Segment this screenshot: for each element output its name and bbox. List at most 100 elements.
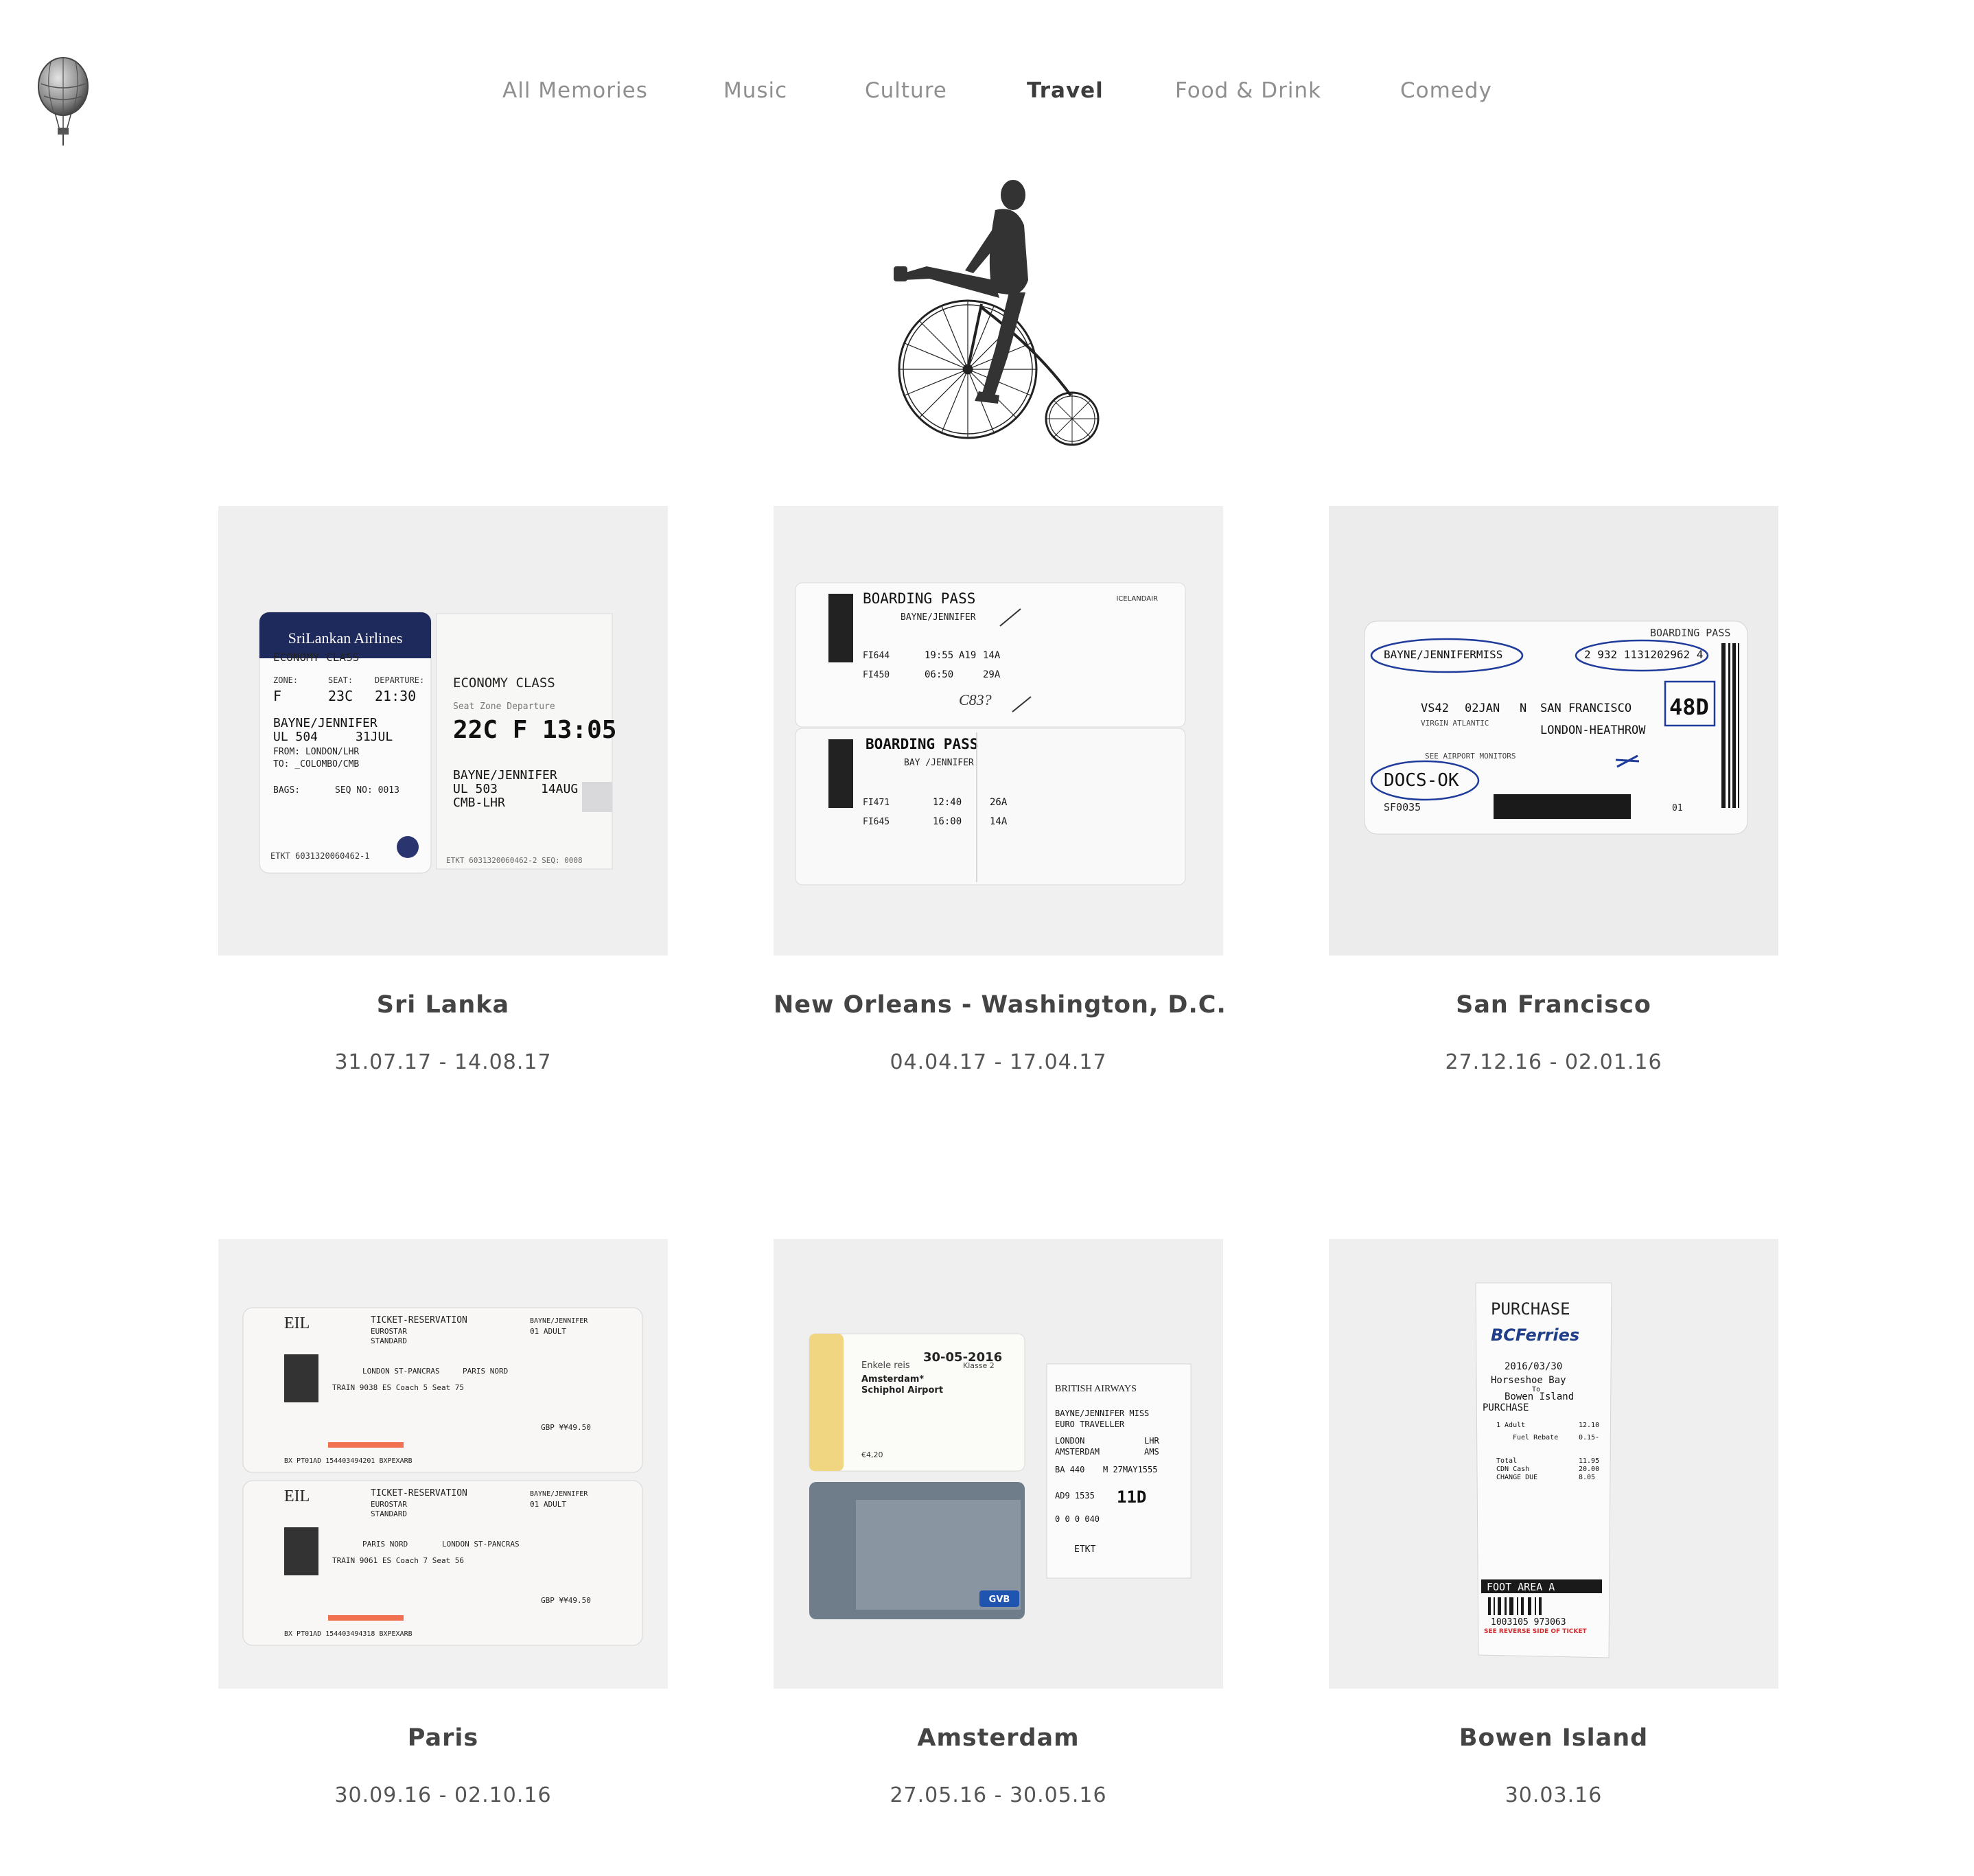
train-details: TRAIN 9038 ES Coach 5 Seat 75: [332, 1383, 464, 1392]
memory-card-sri-lanka[interactable]: SriLankan Airlines ECONOMY CLASS ZONE: S…: [218, 506, 668, 1074]
ticket-price: GBP ¥¥49.50: [541, 1423, 591, 1432]
train-class: Klasse 2: [963, 1361, 995, 1370]
etkt-number: ETKT 6031320060462-1: [270, 851, 370, 861]
passenger-name-right: BAYNE/JENNIFER: [453, 768, 557, 783]
penny-farthing-rider-illustration: [894, 180, 1100, 446]
ticket-heading: TICKET-RESERVATION: [371, 1488, 467, 1498]
boarding-pass-heading: BOARDING PASS: [1650, 627, 1730, 639]
rebate-value: 0.15-: [1579, 1434, 1599, 1441]
nav-travel[interactable]: Travel: [1027, 71, 1104, 110]
to-text: TO: _COLOMBO/CMB: [273, 759, 359, 769]
route-origin: PARIS NORD: [362, 1540, 408, 1549]
card-photo[interactable]: 30-05-2016 Enkele reis Amsterdam* Schiph…: [774, 1239, 1223, 1689]
change-value: 8.05: [1579, 1474, 1595, 1481]
barcode-number: 1003105 973063: [1491, 1617, 1566, 1628]
seq-number: 0 0 0 040: [1055, 1514, 1100, 1524]
passenger-name: BAYNE/JENNIFER: [901, 612, 976, 623]
to-city: AMSTERDAM: [1055, 1447, 1100, 1457]
card-title[interactable]: San Francisco: [1329, 991, 1778, 1019]
flight-a1: FI644: [863, 651, 890, 661]
airline-name: ICELANDAIR: [1116, 595, 1158, 603]
memory-card-bowen-island[interactable]: PURCHASE BCFerries 2016/03/30 Horseshoe …: [1329, 1239, 1778, 1807]
change-label: CHANGE DUE: [1496, 1474, 1537, 1481]
seat-number: 48D: [1669, 694, 1709, 720]
time-a1: 19:55: [925, 650, 953, 661]
flight-number-right: UL 503: [453, 782, 498, 796]
time-value: 21:30: [375, 688, 416, 704]
class-label-right: ECONOMY CLASS: [453, 675, 555, 691]
card-photo[interactable]: BOARDING PASS BAYNE/JENNIFERMISS 2 932 1…: [1329, 506, 1778, 956]
memory-card-paris[interactable]: EIL TICKET-RESERVATION EUROSTAR STANDARD…: [218, 1239, 668, 1807]
airline-name: SriLankan Airlines: [288, 629, 403, 647]
nav-comedy[interactable]: Comedy: [1400, 71, 1492, 110]
operator: VIRGIN ATLANTIC: [1421, 719, 1489, 728]
ticket-adult: 01 ADULT: [530, 1327, 566, 1336]
card-title[interactable]: Paris: [218, 1724, 668, 1752]
reverse-note: SEE REVERSE SIDE OF TICKET: [1484, 1628, 1588, 1635]
route-destination: LONDON ST-PANCRAS: [442, 1540, 520, 1549]
card-photo[interactable]: BOARDING PASS ICELANDAIR BAYNE/JENNIFER …: [774, 506, 1223, 956]
station-name-2: Schiphol Airport: [861, 1385, 943, 1396]
nav-music[interactable]: Music: [723, 71, 787, 110]
card-title[interactable]: New Orleans - Washington, D.C.: [774, 991, 1226, 1019]
time-b1: 12:40: [933, 797, 962, 808]
card-dates: 27.05.16 - 30.05.16: [890, 1783, 1107, 1807]
passenger-name: BAYNE/JENNIFER: [530, 1490, 588, 1498]
card-photo[interactable]: PURCHASE BCFerries 2016/03/30 Horseshoe …: [1329, 1239, 1778, 1689]
card-title[interactable]: Amsterdam: [774, 1724, 1223, 1752]
receipt-heading: PURCHASE: [1491, 1299, 1570, 1319]
zone-label: ZONE:: [273, 675, 298, 685]
operator-name: EUROSTAR: [371, 1327, 407, 1336]
ticket-footer: BX PT01AD 154403494201 BXPEXARB: [284, 1457, 413, 1465]
gvb-logo: GVB: [989, 1595, 1010, 1605]
from-text: FROM: LONDON/LHR: [273, 747, 359, 757]
flight-a2: FI450: [863, 670, 890, 680]
route-origin: LONDON ST-PANCRAS: [362, 1367, 440, 1376]
card-title[interactable]: Bowen Island: [1329, 1724, 1778, 1752]
etkt-number-right: ETKT 6031320060462-2 SEQ: 0008: [446, 856, 583, 865]
eurostar-ticket-2: EIL TICKET-RESERVATION EUROSTAR STANDARD…: [242, 1480, 643, 1646]
passenger-name-2: BAY /JENNIFER: [904, 758, 974, 768]
flight-date: M 27MAY1555: [1103, 1465, 1157, 1474]
card-title[interactable]: Sri Lanka: [218, 991, 668, 1019]
flight-b2: FI645: [863, 817, 890, 827]
seat-number: 11D: [1117, 1487, 1146, 1507]
zone-value: F: [273, 688, 281, 704]
receipt-type: PURCHASE: [1483, 1402, 1529, 1413]
seat-a2: 29A: [983, 669, 1001, 680]
class-label: ECONOMY CLASS: [273, 651, 359, 664]
adult-line: 1 Adult: [1496, 1422, 1525, 1429]
route-origin: Horseshoe Bay: [1491, 1375, 1566, 1386]
etkt-label: ETKT: [1074, 1544, 1095, 1555]
origin: SAN FRANCISCO: [1540, 702, 1632, 715]
bags-count: 01: [1672, 803, 1683, 813]
flight-number: VS42: [1421, 702, 1449, 715]
ticket-class: STANDARD: [371, 1509, 407, 1518]
seat-b2: 14A: [990, 816, 1008, 827]
eurostar-ticket-1: EIL TICKET-RESERVATION EUROSTAR STANDARD…: [242, 1307, 643, 1473]
flight-number: BA 440: [1055, 1465, 1084, 1474]
card-dates: 30.09.16 - 02.10.16: [334, 1783, 552, 1807]
eil-logo: EIL: [284, 1315, 310, 1332]
passenger-name: BAYNE/JENNIFER MISS: [1055, 1409, 1149, 1418]
cash-value: 20.00: [1579, 1466, 1599, 1473]
seq-number: SEQ NO: 0013: [335, 785, 399, 796]
nav-all-memories[interactable]: All Memories: [502, 71, 648, 110]
card-photo[interactable]: EIL TICKET-RESERVATION EUROSTAR STANDARD…: [218, 1239, 668, 1689]
big-seat-time: 22C F 13:05: [453, 716, 616, 744]
card-dates: 30.03.16: [1505, 1783, 1603, 1807]
card-photo[interactable]: SriLankan Airlines ECONOMY CLASS ZONE: S…: [218, 506, 668, 956]
ticket-price: GBP ¥¥49.50: [541, 1596, 591, 1605]
time-a2: 06:50: [925, 669, 953, 680]
memory-card-amsterdam[interactable]: 30-05-2016 Enkele reis Amsterdam* Schiph…: [774, 1239, 1223, 1807]
gate-a1: A19: [959, 650, 976, 661]
boarding-pass-heading: BOARDING PASS: [863, 590, 975, 607]
memory-card-san-francisco[interactable]: BOARDING PASS BAYNE/JENNIFERMISS 2 932 1…: [1329, 506, 1778, 1074]
cash-label: CDN Cash: [1496, 1466, 1529, 1473]
eil-logo: EIL: [284, 1487, 310, 1505]
ticket-code: 2 932 1131202962 4: [1584, 648, 1703, 661]
ticket-footer: BX PT01AD 154403494318 BXPEXARB: [284, 1630, 413, 1638]
nav-food-drink[interactable]: Food & Drink: [1175, 71, 1321, 110]
nav-culture[interactable]: Culture: [865, 71, 947, 110]
memory-card-new-orleans-washington[interactable]: BOARDING PASS ICELANDAIR BAYNE/JENNIFER …: [774, 506, 1226, 1074]
